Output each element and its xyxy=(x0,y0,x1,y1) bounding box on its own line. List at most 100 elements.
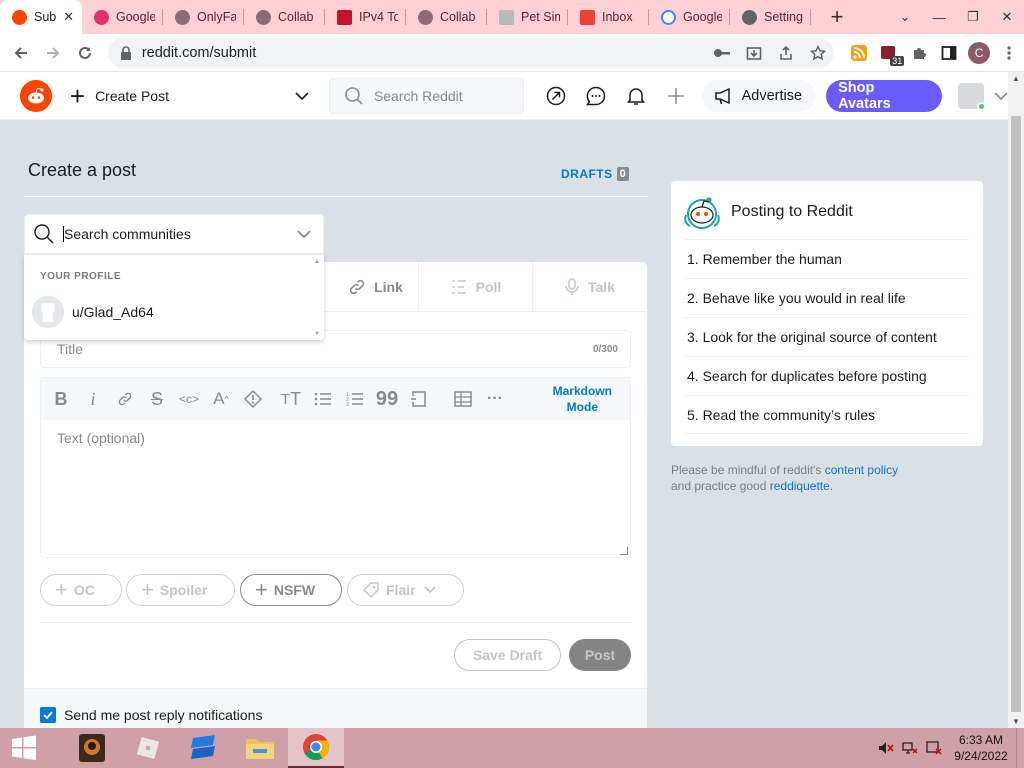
browser-tab[interactable]: Setting xyxy=(730,0,811,34)
markdown-mode-button[interactable]: Markdown Mode xyxy=(553,383,612,415)
popular-button[interactable] xyxy=(536,78,576,114)
taskbar-app-bluestacks[interactable] xyxy=(176,728,232,768)
tab-poll[interactable]: Poll xyxy=(418,262,532,312)
quote-block-icon[interactable]: 99 xyxy=(371,383,403,415)
flair-button[interactable]: Flair xyxy=(347,574,464,606)
tab-search-chevron-icon[interactable]: ⌄ xyxy=(888,9,922,25)
dropdown-scrollbar[interactable]: ▲ ▼ xyxy=(314,259,320,337)
nsfw-button[interactable]: + NSFW xyxy=(240,574,342,606)
reddit-logo-icon[interactable] xyxy=(20,79,52,112)
text-editor[interactable]: B i S <c> A ^ TT 123 99 ··· Markdown Mod… xyxy=(40,377,631,558)
restore-icon[interactable]: ❐ xyxy=(956,9,990,25)
taskbar-app-roblox[interactable] xyxy=(120,728,176,768)
profile-avatar-icon xyxy=(32,296,64,328)
more-options-icon[interactable]: ··· xyxy=(479,383,511,415)
reddit-search-input[interactable]: Search Reddit xyxy=(328,77,525,114)
content-policy-link[interactable]: content policy xyxy=(825,463,898,477)
drafts-button[interactable]: DRAFTS 0 xyxy=(561,167,630,181)
network-icon[interactable] xyxy=(898,740,922,756)
calendar-extension-icon[interactable]: 31 xyxy=(874,38,905,68)
install-icon[interactable] xyxy=(738,45,770,61)
notify-label[interactable]: Send me post reply notifications xyxy=(64,707,262,723)
system-clock[interactable]: 6:33 AM 9/24/2022 xyxy=(946,732,1016,764)
oc-button[interactable]: + OC xyxy=(40,574,122,606)
browser-tab[interactable]: Sub ✕ xyxy=(0,0,82,34)
scroll-down-icon[interactable]: ▼ xyxy=(1008,717,1024,726)
spoiler-button[interactable]: + Spoiler xyxy=(126,574,235,606)
extensions-puzzle-icon[interactable] xyxy=(904,38,934,68)
tab-link[interactable]: Link xyxy=(318,262,432,312)
taskbar-app-file-explorer[interactable] xyxy=(232,728,288,768)
heading-icon[interactable]: TT xyxy=(275,383,307,415)
browser-tab[interactable]: Collab xyxy=(406,0,487,34)
close-tab-icon[interactable]: ✕ xyxy=(63,9,74,25)
bookmark-star-icon[interactable] xyxy=(802,44,834,61)
user-menu-avatar[interactable] xyxy=(958,82,986,111)
scroll-up-icon[interactable]: ▲ xyxy=(1008,74,1024,83)
browser-tab[interactable]: OnlyFa xyxy=(163,0,244,34)
gmail-favicon-icon xyxy=(580,9,595,25)
search-placeholder: Search Reddit xyxy=(373,87,463,104)
taskbar-app-chrome[interactable] xyxy=(288,728,344,768)
code-block-icon[interactable] xyxy=(403,383,435,415)
browser-tab[interactable]: Google xyxy=(649,0,730,34)
user-menu-chevron-icon[interactable] xyxy=(994,91,1008,100)
browser-tab[interactable]: Collab xyxy=(244,0,325,34)
minimize-icon[interactable]: — xyxy=(922,10,956,25)
advertise-button[interactable]: Advertise xyxy=(701,79,817,112)
show-desktop-button[interactable] xyxy=(1016,728,1024,768)
browser-menu-icon[interactable] xyxy=(994,38,1024,68)
action-center-icon[interactable] xyxy=(922,740,946,756)
strikethrough-icon[interactable]: S xyxy=(141,383,173,415)
community-search-input[interactable]: Search communities xyxy=(24,214,324,254)
close-window-icon[interactable]: ✕ xyxy=(990,9,1024,25)
bold-icon[interactable]: B xyxy=(45,383,77,415)
profile-option[interactable]: u/Glad_Ad64 xyxy=(32,296,154,328)
shop-avatars-button[interactable]: Shop Avatars xyxy=(826,79,943,112)
spoiler-label: Spoiler xyxy=(159,582,208,598)
browser-tab[interactable]: IPv4 To xyxy=(325,0,406,34)
volume-muted-icon[interactable] xyxy=(874,740,898,756)
back-button[interactable] xyxy=(6,38,36,68)
address-bar[interactable]: reddit.com/submit xyxy=(107,37,835,68)
chevron-down-icon xyxy=(295,91,309,100)
profile-avatar[interactable]: C xyxy=(964,38,994,68)
save-draft-button[interactable]: Save Draft xyxy=(454,639,561,671)
scroll-thumb[interactable] xyxy=(1011,116,1021,712)
share-icon[interactable] xyxy=(770,45,802,61)
key-icon[interactable] xyxy=(706,47,738,59)
create-post-button[interactable] xyxy=(656,78,696,114)
forward-button[interactable] xyxy=(38,38,68,68)
taskbar-app-game[interactable] xyxy=(64,728,120,768)
link-icon[interactable] xyxy=(109,383,141,415)
reddiquette-link[interactable]: reddiquette xyxy=(770,479,830,493)
new-tab-button[interactable]: + xyxy=(821,0,853,34)
tab-talk[interactable]: Talk xyxy=(532,262,646,312)
scroll-up-icon[interactable]: ▲ xyxy=(314,259,320,265)
notifications-button[interactable] xyxy=(616,78,656,114)
inline-code-icon[interactable]: <c> xyxy=(173,383,205,415)
bulleted-list-icon[interactable] xyxy=(307,383,339,415)
page-scrollbar[interactable]: ▲ ▼ xyxy=(1008,72,1024,728)
table-icon[interactable] xyxy=(447,383,479,415)
notify-checkbox[interactable] xyxy=(40,707,56,723)
superscript-icon[interactable]: A ^ xyxy=(205,383,237,415)
chat-button[interactable] xyxy=(576,78,616,114)
italic-icon[interactable]: i xyxy=(77,383,109,415)
numbered-list-icon[interactable]: 123 xyxy=(339,383,371,415)
url-text: reddit.com/submit xyxy=(141,44,257,61)
spoiler-icon[interactable] xyxy=(237,383,269,415)
reload-button[interactable] xyxy=(70,38,100,68)
browser-tab[interactable]: Pet Sim xyxy=(487,0,568,34)
chevron-down-icon[interactable] xyxy=(297,230,311,238)
windows-logo-icon xyxy=(12,735,36,760)
side-panel-icon[interactable] xyxy=(934,38,964,68)
browser-tab[interactable]: Inbox xyxy=(568,0,649,34)
start-button[interactable] xyxy=(0,728,48,768)
browser-tab[interactable]: Google xyxy=(82,0,163,34)
resize-handle-icon[interactable] xyxy=(620,547,628,555)
post-button[interactable]: Post xyxy=(569,639,631,671)
create-post-dropdown[interactable]: + Create Post xyxy=(70,83,309,109)
scroll-down-icon[interactable]: ▼ xyxy=(314,331,320,337)
rss-extension-icon[interactable] xyxy=(844,38,874,68)
